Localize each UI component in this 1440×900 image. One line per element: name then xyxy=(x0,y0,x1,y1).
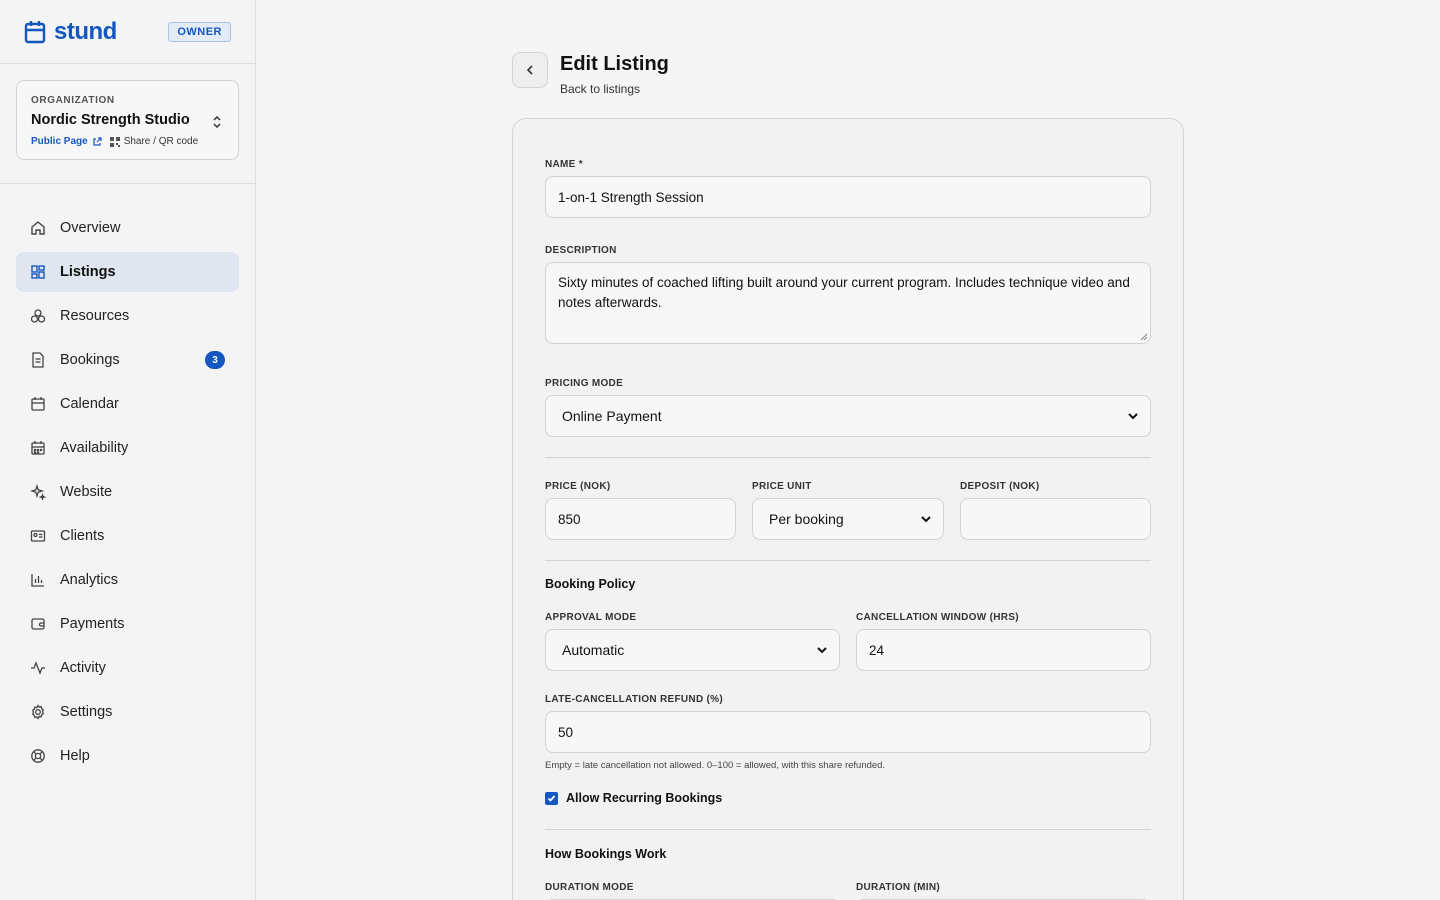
activity-icon xyxy=(30,660,46,676)
divider xyxy=(545,829,1151,830)
sparkles-icon xyxy=(30,484,46,500)
recurring-checkbox-row[interactable]: Allow Recurring Bookings xyxy=(545,791,722,805)
approval-mode-select[interactable]: Automatic xyxy=(545,629,840,671)
page-header: Edit Listing Back to listings xyxy=(512,52,669,96)
org-name: Nordic Strength Studio xyxy=(31,112,190,128)
pricing-mode-value: Online Payment xyxy=(562,408,662,424)
public-page-link[interactable]: Public Page xyxy=(31,136,102,147)
divider xyxy=(545,457,1151,458)
org-label: ORGANIZATION xyxy=(31,95,115,106)
price-unit-value: Per booking xyxy=(769,511,844,527)
price-input[interactable]: 850 xyxy=(545,498,736,540)
sidebar-item-analytics[interactable]: Analytics xyxy=(16,560,239,600)
calendar-grid-icon xyxy=(30,440,46,456)
price-unit-select[interactable]: Per booking xyxy=(752,498,944,540)
approval-mode-label: APPROVAL MODE xyxy=(545,612,637,623)
name-label: NAME * xyxy=(545,159,583,170)
approval-mode-value: Automatic xyxy=(562,642,625,658)
sidebar-item-help[interactable]: Help xyxy=(16,736,239,776)
late-refund-hint: Empty = late cancellation not allowed. 0… xyxy=(545,760,886,771)
page-title: Edit Listing xyxy=(560,53,669,75)
sidebar-item-bookings[interactable]: Bookings 3 xyxy=(16,340,239,380)
role-badge: OWNER xyxy=(168,21,231,42)
sidebar-nav: Overview Listings Resources Bookings 3 C… xyxy=(0,184,255,804)
sidebar-item-resources[interactable]: Resources xyxy=(16,296,239,336)
bar-chart-icon xyxy=(30,572,46,588)
chevron-down-icon xyxy=(817,647,827,654)
sidebar-item-overview[interactable]: Overview xyxy=(16,208,239,248)
pricing-mode-label: PRICING MODE xyxy=(545,378,624,389)
sidebar-item-payments[interactable]: Payments xyxy=(16,604,239,644)
description-label: DESCRIPTION xyxy=(545,245,617,256)
back-to-listings-link[interactable]: Back to listings xyxy=(560,82,669,96)
wallet-icon xyxy=(30,616,46,632)
duration-label: DURATION (MIN) xyxy=(856,882,940,893)
cancellation-window-label: CANCELLATION WINDOW (HRS) xyxy=(856,612,1019,623)
price-label: PRICE (NOK) xyxy=(545,481,611,492)
price-unit-label: PRICE UNIT xyxy=(752,481,812,492)
grid-icon xyxy=(30,264,46,280)
calendar-icon xyxy=(30,396,46,412)
chevron-left-icon xyxy=(526,65,533,75)
name-input[interactable]: 1-on-1 Strength Session xyxy=(545,176,1151,218)
recurring-checkbox[interactable] xyxy=(545,791,558,805)
sidebar: stund OWNER ORGANIZATION Nordic Strength… xyxy=(0,0,256,900)
logo[interactable]: stund xyxy=(24,18,117,46)
main-content: Edit Listing Back to listings NAME * 1-o… xyxy=(256,0,1440,900)
check-icon xyxy=(547,794,556,802)
recurring-label: Allow Recurring Bookings xyxy=(566,791,723,805)
sidebar-item-settings[interactable]: Settings xyxy=(16,692,239,732)
deposit-input[interactable] xyxy=(960,498,1151,540)
description-textarea[interactable]: Sixty minutes of coached lifting built a… xyxy=(545,262,1151,344)
brand-header: stund OWNER xyxy=(0,0,255,64)
divider xyxy=(545,560,1151,561)
sidebar-item-availability[interactable]: Availability xyxy=(16,428,239,468)
resize-handle-icon xyxy=(1140,333,1148,341)
pricing-mode-select[interactable]: Online Payment xyxy=(545,395,1151,437)
description-text: Sixty minutes of coached lifting built a… xyxy=(558,275,1130,310)
external-link-icon xyxy=(93,136,102,146)
org-switcher[interactable]: ORGANIZATION Nordic Strength Studio Publ… xyxy=(16,80,239,160)
late-refund-input[interactable]: 50 xyxy=(545,711,1151,753)
cancellation-window-input[interactable]: 24 xyxy=(856,629,1151,671)
edit-listing-form: NAME * 1-on-1 Strength Session DESCRIPTI… xyxy=(512,118,1184,900)
sidebar-item-activity[interactable]: Activity xyxy=(16,648,239,688)
qr-code-icon xyxy=(109,136,120,147)
sidebar-item-calendar[interactable]: Calendar xyxy=(16,384,239,424)
booking-policy-title: Booking Policy xyxy=(545,577,636,591)
lifebuoy-icon xyxy=(30,748,46,764)
boxes-icon xyxy=(30,308,46,324)
sidebar-item-listings[interactable]: Listings xyxy=(16,252,239,292)
calendar-logo-icon xyxy=(24,20,46,43)
chevron-down-icon xyxy=(921,516,931,523)
chevron-down-icon xyxy=(1128,413,1138,420)
sidebar-item-clients[interactable]: Clients xyxy=(16,516,239,556)
gear-icon xyxy=(30,704,46,720)
bookings-count-badge: 3 xyxy=(205,351,225,369)
deposit-label: DEPOSIT (NOK) xyxy=(960,481,1040,492)
brand-name: stund xyxy=(54,17,117,45)
sidebar-item-website[interactable]: Website xyxy=(16,472,239,512)
home-icon xyxy=(30,220,46,236)
id-card-icon xyxy=(30,528,46,544)
duration-mode-label: DURATION MODE xyxy=(545,882,634,893)
how-bookings-work-title: How Bookings Work xyxy=(545,847,667,861)
document-icon xyxy=(30,352,46,368)
share-qr-link[interactable]: Share / QR code xyxy=(109,136,198,147)
chevron-up-down-icon[interactable] xyxy=(212,115,222,134)
back-button[interactable] xyxy=(512,52,548,88)
late-refund-label: LATE-CANCELLATION REFUND (%) xyxy=(545,694,724,705)
